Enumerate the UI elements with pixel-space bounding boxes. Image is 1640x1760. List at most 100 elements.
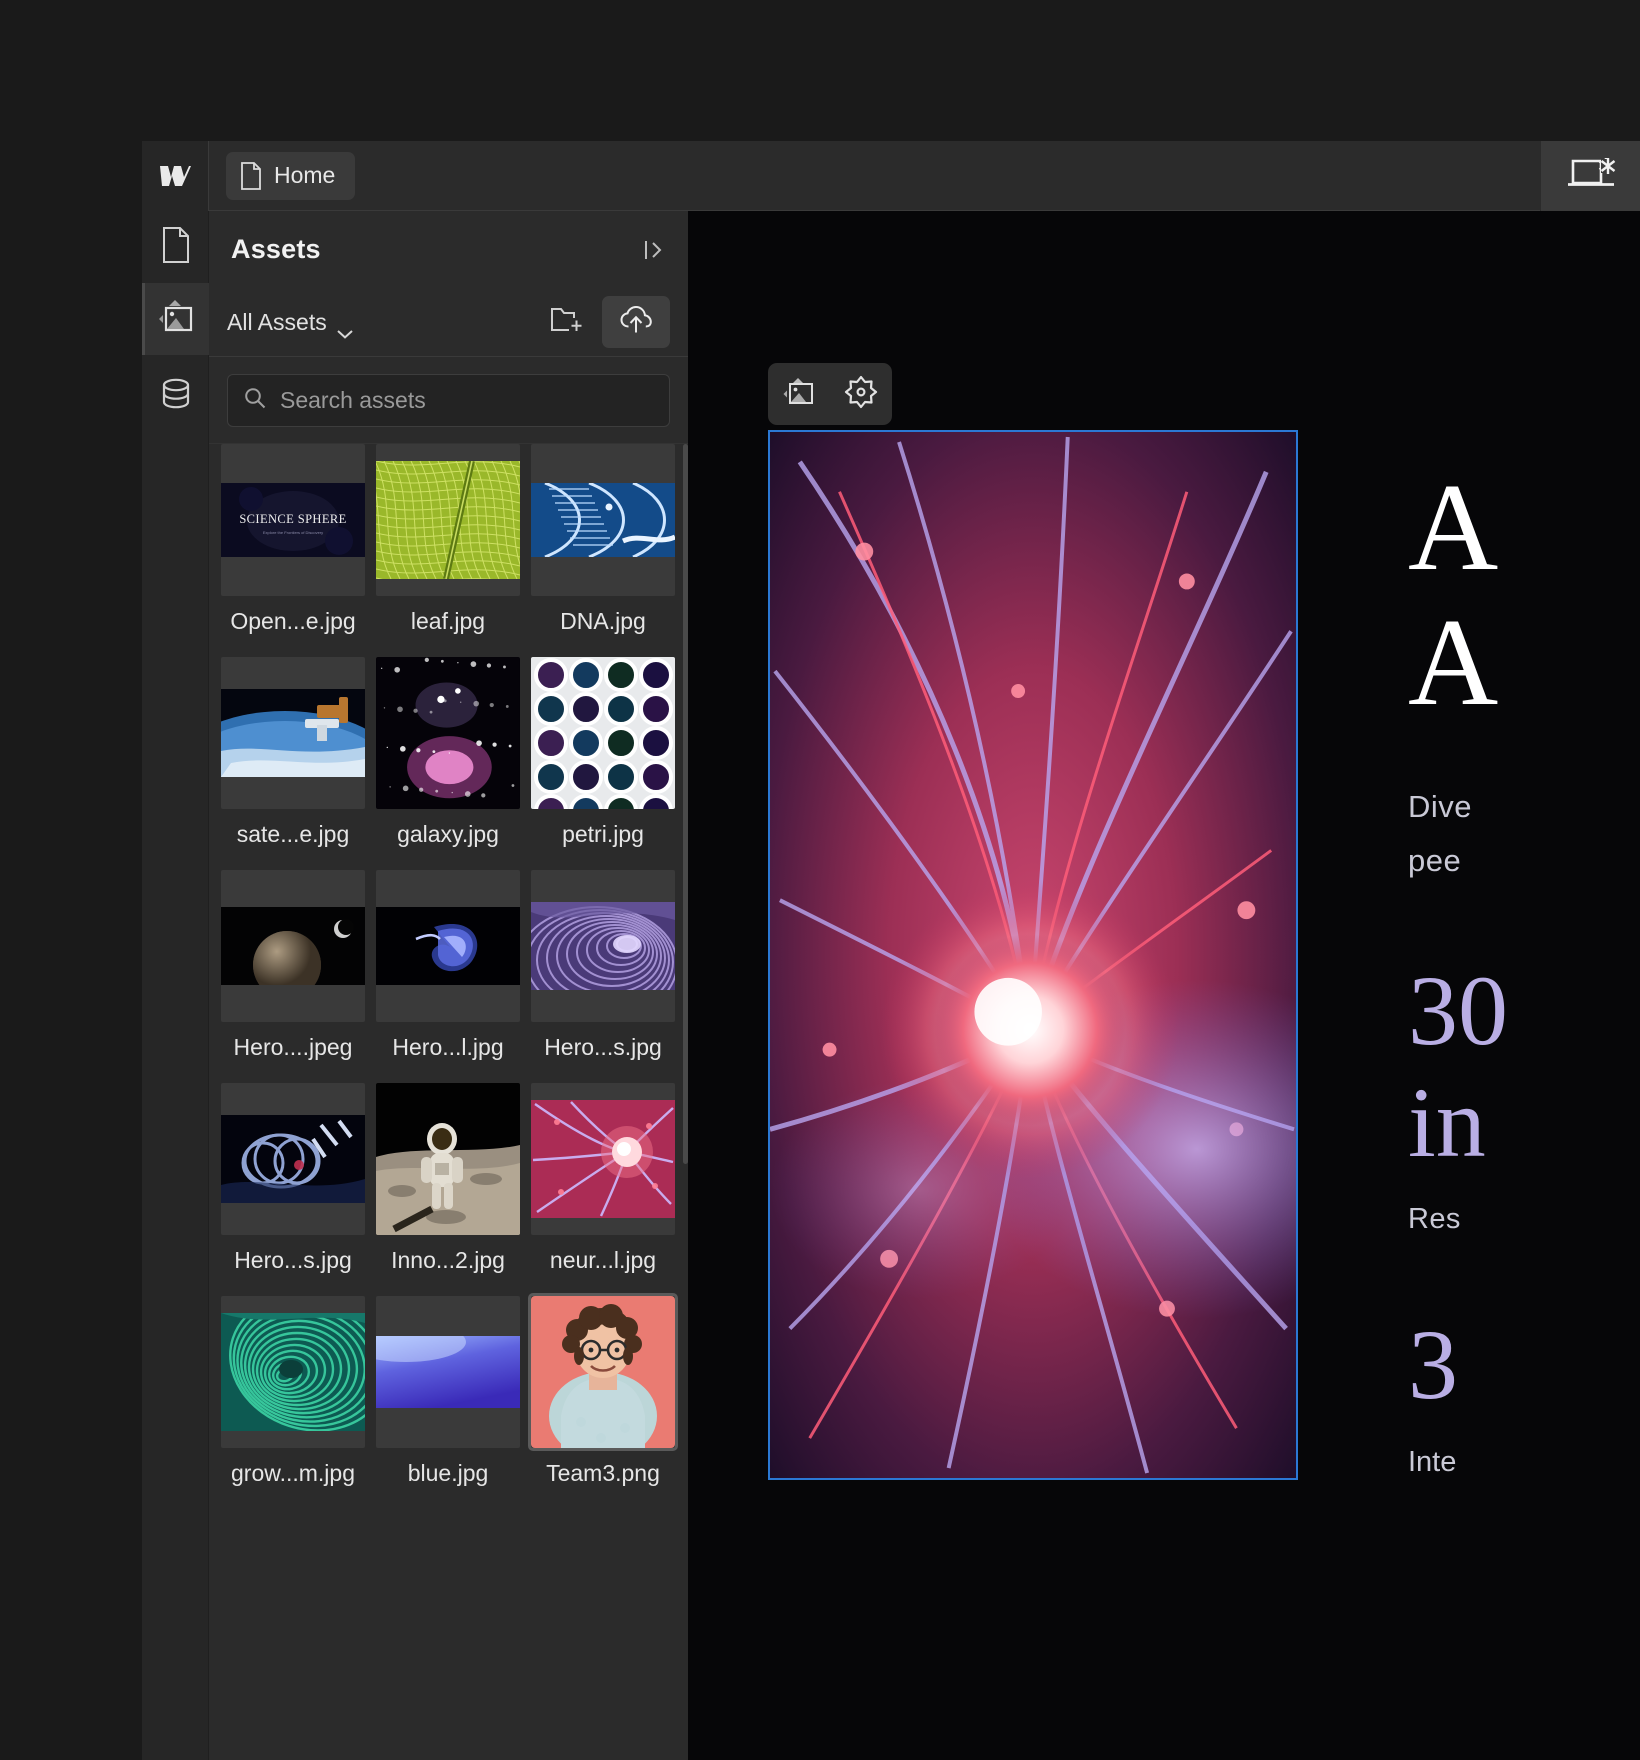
asset-thumbnail[interactable]: [376, 444, 520, 596]
asset-thumbnail[interactable]: [221, 870, 365, 1022]
asset-thumbnail[interactable]: SCIENCE SPHERE Explore the Frontiers of …: [221, 444, 365, 596]
collapse-panel-icon[interactable]: [642, 238, 666, 262]
assets-grid-scroll[interactable]: SCIENCE SPHERE Explore the Frontiers of …: [209, 443, 688, 1760]
search-input[interactable]: Search assets: [227, 374, 670, 427]
blue-swirl-thumb: [376, 907, 520, 985]
sidebar-item-cms[interactable]: [142, 361, 209, 433]
asset-thumbnail[interactable]: [376, 1083, 520, 1235]
upload-asset-button[interactable]: [602, 296, 670, 348]
asset-item[interactable]: Inno...2.jpg: [376, 1083, 520, 1284]
asset-thumbnail[interactable]: [531, 657, 675, 809]
asset-item[interactable]: galaxy.jpg: [376, 657, 520, 858]
asset-thumbnail[interactable]: [531, 444, 675, 596]
pages-icon: [161, 226, 191, 269]
settings-gear-icon: [844, 375, 878, 414]
asset-item[interactable]: leaf.jpg: [376, 444, 520, 645]
sidebar-item-pages[interactable]: [142, 211, 209, 283]
asset-filename: galaxy.jpg: [397, 821, 499, 847]
assets-panel: Assets All Assets Search assets SCIENCE …: [209, 211, 688, 1760]
page-stat1-caption: Res: [1408, 1203, 1461, 1236]
asset-item[interactable]: Team3.png: [528, 1293, 678, 1497]
breakpoint-desktop-button[interactable]: [1540, 140, 1640, 211]
asset-item[interactable]: SCIENCE SPHERE Explore the Frontiers of …: [221, 444, 365, 645]
desktop-breakpoint-asterisk-icon: [1565, 153, 1617, 198]
svg-text:Explore the Frontiers of Disco: Explore the Frontiers of Discovery: [263, 530, 323, 535]
asset-thumbnail[interactable]: [221, 1296, 365, 1448]
purple-marble-thumb: [531, 902, 675, 990]
tab-home[interactable]: Home: [226, 151, 356, 200]
svg-text:SCIENCE SPHERE: SCIENCE SPHERE: [239, 512, 346, 526]
search-placeholder: Search assets: [280, 387, 426, 413]
asset-thumbnail[interactable]: [221, 1083, 365, 1235]
asset-filename: grow...m.jpg: [231, 1460, 355, 1486]
leaf-macro-thumb: [376, 461, 520, 579]
asset-filename: Hero...s.jpg: [544, 1034, 662, 1060]
planet-moon-thumb: [221, 907, 365, 985]
assets-grid: SCIENCE SPHERE Explore the Frontiers of …: [209, 444, 688, 1497]
asset-filename: Open...e.jpg: [230, 608, 356, 634]
asset-filename: Inno...2.jpg: [391, 1247, 505, 1273]
chevron-down-icon: [337, 318, 353, 339]
asset-item[interactable]: sate...e.jpg: [221, 657, 365, 858]
image-element-button[interactable]: [775, 370, 823, 418]
asset-thumbnail[interactable]: [528, 1293, 678, 1451]
asset-thumbnail[interactable]: [376, 870, 520, 1022]
science-sphere-banner-thumb: SCIENCE SPHERE Explore the Frontiers of …: [221, 483, 365, 557]
galaxy-nebula-thumb: [376, 657, 520, 809]
teal-spiral-thumb: [221, 1313, 365, 1431]
webflow-designer-window: Home Assets All Assets Search assets SCI…: [0, 0, 1640, 1760]
asset-item[interactable]: petri.jpg: [531, 657, 675, 858]
element-settings-button[interactable]: [837, 370, 885, 418]
asset-item[interactable]: Hero....jpeg: [221, 870, 365, 1071]
asset-item[interactable]: Hero...l.jpg: [376, 870, 520, 1071]
asset-filename: petri.jpg: [562, 821, 644, 847]
asset-folder-select[interactable]: All Assets: [227, 309, 353, 339]
page-stat2-caption: Inte: [1408, 1446, 1457, 1479]
asset-item[interactable]: Hero...s.jpg: [531, 870, 675, 1071]
assets-image-icon: [157, 298, 195, 341]
page-stat1-line1: 30: [1408, 955, 1508, 1067]
asset-thumbnail[interactable]: [531, 870, 675, 1022]
petri-dish-array-thumb: [531, 657, 675, 809]
asset-filename: sate...e.jpg: [236, 821, 350, 847]
page-subtitle-line2: pee: [1408, 843, 1462, 879]
design-canvas[interactable]: A A Dive pee 30 in Res 3 Inte: [688, 211, 1640, 1760]
team-portrait-thumb: [531, 1296, 675, 1448]
asset-thumbnail[interactable]: [221, 657, 365, 809]
new-folder-icon: [550, 305, 584, 340]
webflow-logo-icon[interactable]: [142, 140, 209, 211]
search-icon: [244, 387, 266, 414]
asset-filename: Hero....jpeg: [233, 1034, 353, 1060]
asset-item[interactable]: grow...m.jpg: [221, 1296, 365, 1497]
satellite-earth-thumb: [221, 689, 365, 777]
asset-thumbnail[interactable]: [376, 1296, 520, 1448]
asset-thumbnail[interactable]: [531, 1083, 675, 1235]
asset-filename: Team3.png: [546, 1460, 660, 1486]
selected-image-element[interactable]: [768, 430, 1298, 1480]
window-chrome-left: [0, 0, 142, 1760]
glass-rings-thumb: [221, 1115, 365, 1203]
page-content-column: A A Dive pee 30 in Res 3 Inte: [1408, 461, 1640, 1479]
sidebar-item-assets[interactable]: [142, 283, 209, 355]
cms-database-icon: [159, 376, 193, 419]
page-title: Assets: [231, 234, 321, 264]
asset-item[interactable]: DNA.jpg: [531, 444, 675, 645]
asset-filename: Hero...l.jpg: [392, 1034, 504, 1060]
asset-item[interactable]: neur...l.jpg: [531, 1083, 675, 1284]
blue-gradient-thumb: [376, 1336, 520, 1408]
new-folder-button[interactable]: [544, 299, 590, 345]
asset-item[interactable]: Hero...s.jpg: [221, 1083, 365, 1284]
page-heading-line2: A: [1408, 594, 1498, 732]
page-heading-line1: A: [1408, 459, 1498, 597]
tab-home-label: Home: [274, 162, 336, 188]
asset-filename: blue.jpg: [407, 1460, 489, 1486]
asset-item[interactable]: blue.jpg: [376, 1296, 520, 1497]
neuron-plasma-thumb: [531, 1100, 675, 1218]
upload-cloud-icon: [620, 305, 652, 339]
asset-filename: neur...l.jpg: [549, 1247, 657, 1273]
element-toolbar: [768, 363, 892, 425]
asset-thumbnail[interactable]: [376, 657, 520, 809]
page-subtitle-line1: Dive: [1408, 789, 1473, 824]
page-icon: [240, 161, 262, 190]
page-stat1-line2: in: [1408, 1067, 1486, 1179]
